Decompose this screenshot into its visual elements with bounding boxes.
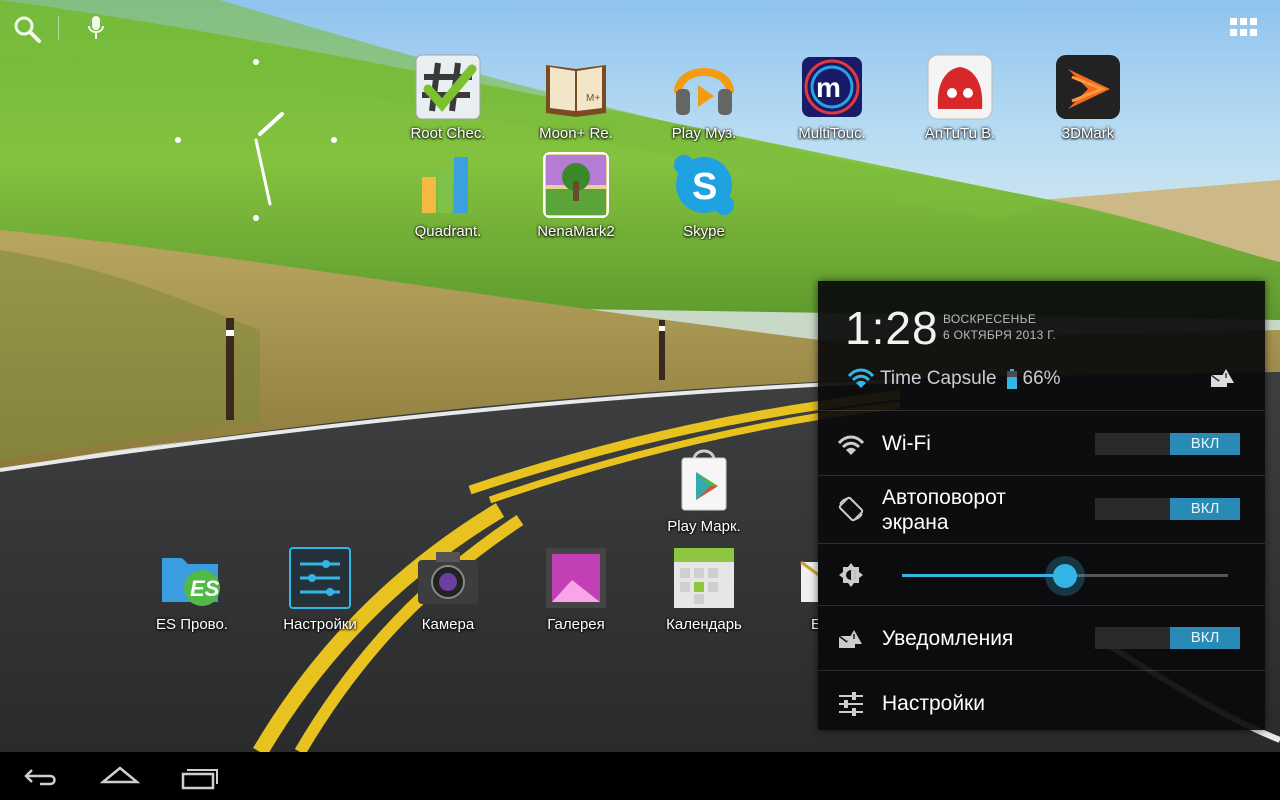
qs-row-notifications[interactable]: Уведомления ВКЛ (818, 605, 1265, 671)
app-3dmark[interactable]: 3DMark (1033, 53, 1143, 142)
notifications-status-icon[interactable] (1210, 367, 1236, 389)
svg-text:S: S (692, 166, 717, 208)
app-gallery[interactable]: Галерея (521, 544, 631, 633)
multitouch-icon: m (798, 53, 866, 121)
notifications-icon (838, 630, 862, 648)
email-icon (799, 544, 818, 612)
gallery-icon (542, 544, 610, 612)
settings-label: Настройки (882, 692, 985, 715)
app-label: 3DMark (1061, 125, 1115, 142)
app-label: Root Chec. (410, 125, 486, 142)
notifications-toggle[interactable]: ВКЛ (1095, 627, 1240, 649)
app-es-file-explorer[interactable]: ES ES Прово. (137, 544, 247, 633)
home-icon[interactable] (100, 762, 140, 790)
brightness-icon (839, 563, 863, 587)
app-label: MultiTouc. (798, 125, 866, 142)
wifi-toggle[interactable]: ВКЛ (1095, 433, 1240, 455)
3dmark-icon (1054, 53, 1122, 121)
recent-apps-icon[interactable] (180, 762, 220, 790)
panel-date: 6 ОКТЯБРЯ 2013 Г. (943, 328, 1057, 342)
settings-icon (286, 544, 354, 612)
app-nenamark[interactable]: NenaMark2 (521, 151, 631, 240)
quadrant-icon (414, 151, 482, 219)
moon-reader-icon: M+ (542, 53, 610, 121)
navigation-bar (0, 752, 1280, 800)
wifi-signal-icon (848, 368, 874, 388)
back-icon[interactable] (20, 762, 60, 790)
app-label: NenaMark2 (537, 223, 615, 240)
app-skype[interactable]: S Skype (649, 151, 759, 240)
notifications-label: Уведомления (882, 627, 1014, 650)
panel-time: 1:28 (845, 302, 939, 354)
app-label: Moon+ Re. (539, 125, 613, 142)
settings-sliders-icon (839, 692, 863, 716)
app-email[interactable]: E (777, 544, 818, 633)
notifications-toggle-state: ВКЛ (1170, 627, 1240, 649)
app-quadrant[interactable]: Quadrant. (393, 151, 503, 240)
auto-rotate-toggle-state: ВКЛ (1170, 498, 1240, 520)
app-label: Галерея (547, 616, 605, 633)
panel-day: ВОСКРЕСЕНЬЕ (943, 312, 1037, 326)
qs-row-wifi[interactable]: Wi-Fi ВКЛ (818, 410, 1265, 476)
analog-clock-widget[interactable] (170, 52, 350, 232)
app-label: Камера (421, 616, 475, 633)
app-settings[interactable]: Настройки (265, 544, 375, 633)
mic-icon[interactable] (86, 14, 106, 42)
quick-settings-panel: 1:28 ВОСКРЕСЕНЬЕ 6 ОКТЯБРЯ 2013 Г. Time … (818, 281, 1265, 730)
battery-percent: 66% (1022, 368, 1061, 389)
app-camera[interactable]: Камера (393, 544, 503, 633)
app-play-store[interactable]: Play Марк. (649, 446, 759, 535)
svg-text:m: m (816, 72, 841, 103)
app-label: ES Прово. (156, 616, 228, 633)
camera-icon (414, 544, 482, 612)
root-checker-icon (414, 53, 482, 121)
skype-icon: S (670, 151, 738, 219)
qs-row-settings[interactable]: Настройки (818, 670, 1265, 731)
play-music-icon (670, 53, 738, 121)
app-label: E (811, 616, 818, 633)
wifi-label: Wi-Fi (882, 432, 931, 455)
wifi-icon (838, 435, 864, 455)
wifi-network-name: Time Capsule (880, 368, 997, 389)
svg-text:ES: ES (190, 576, 220, 601)
search-divider (58, 16, 59, 40)
app-calendar[interactable]: Календарь (649, 544, 759, 633)
app-moon-reader[interactable]: M+ Moon+ Re. (521, 53, 631, 142)
all-apps-grid-icon[interactable] (1230, 18, 1258, 38)
app-label: Календарь (666, 616, 742, 633)
app-label: AnTuTu B. (924, 125, 996, 142)
antutu-icon (926, 53, 994, 121)
app-play-music[interactable]: Play Муз. (649, 53, 759, 142)
calendar-icon (670, 544, 738, 612)
auto-rotate-label-line1: Автоповорот (882, 486, 1006, 509)
app-label: Quadrant. (414, 223, 482, 240)
nenamark-icon (542, 151, 610, 219)
status-row: Time Capsule 66% (848, 367, 1061, 391)
qs-row-brightness (818, 543, 1265, 606)
auto-rotate-toggle[interactable]: ВКЛ (1095, 498, 1240, 520)
app-antutu[interactable]: AnTuTu B. (905, 53, 1015, 142)
search-icon[interactable] (12, 14, 42, 44)
app-label: Настройки (283, 616, 357, 633)
qs-row-auto-rotate[interactable]: Автоповорот экрана ВКЛ (818, 475, 1265, 544)
app-label: Play Муз. (671, 125, 737, 142)
app-label: Skype (683, 223, 725, 240)
svg-text:M+: M+ (586, 93, 600, 104)
battery-icon (1006, 369, 1017, 389)
es-file-explorer-icon: ES (158, 544, 226, 612)
auto-rotate-label-line2: экрана (882, 511, 949, 534)
app-multitouch[interactable]: m MultiTouc. (777, 53, 887, 142)
brightness-slider-thumb[interactable] (1053, 564, 1077, 588)
play-store-icon (670, 446, 738, 514)
brightness-slider-fill (902, 574, 1065, 577)
wifi-toggle-state: ВКЛ (1170, 433, 1240, 455)
screen-rotation-icon (838, 496, 864, 522)
app-label: Play Марк. (667, 518, 741, 535)
app-root-checker[interactable]: Root Chec. (393, 53, 503, 142)
